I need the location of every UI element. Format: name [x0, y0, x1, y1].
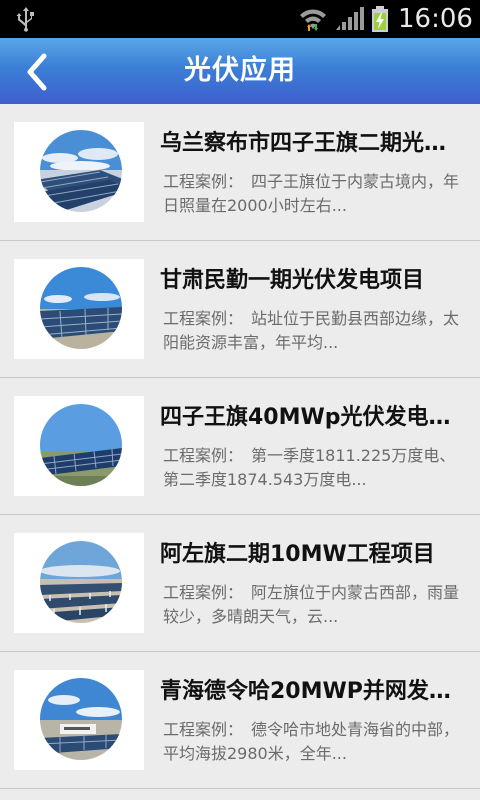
project-description: 工程案例： 德令哈市地处青海省的中部，平均海拔2980米，全年...	[163, 720, 460, 763]
list-item[interactable]: 乌兰察布市四子王旗二期光… 工程案例： 四子王旗位于内蒙古境内，年日照量在200…	[0, 104, 480, 241]
wifi-icon	[300, 9, 326, 31]
page-title: 光伏应用	[184, 55, 296, 86]
project-thumbnail	[40, 130, 122, 212]
list-item[interactable]: 四子王旗40MWp光伏发电… 工程案例： 第一季度1811.225万度电、第二季…	[0, 378, 480, 515]
list-item[interactable]: 甘肃民勤一期光伏发电项目 工程案例： 站址位于民勤县西部边缘，太阳能资源丰富，年…	[0, 241, 480, 378]
project-description: 工程案例： 第一季度1811.225万度电、第二季度1874.543万度电...	[163, 446, 456, 489]
usb-icon	[16, 7, 34, 32]
project-description: 工程案例： 阿左旗位于内蒙古西部，雨量较少，多晴朗天气，云...	[163, 583, 460, 626]
project-thumbnail	[40, 404, 122, 486]
header-bar: 光伏应用	[0, 38, 480, 104]
thumbnail-frame	[14, 259, 144, 359]
project-thumbnail	[40, 678, 122, 760]
project-title: 阿左旗二期10MW工程项目	[160, 542, 435, 567]
list-item[interactable]: 青海德令哈20MWP并网发… 工程案例： 德令哈市地处青海省的中部，平均海拔29…	[0, 652, 480, 789]
thumbnail-frame	[14, 533, 144, 633]
thumbnail-frame	[14, 670, 144, 770]
status-time: 16:06	[398, 4, 473, 34]
status-bar: 16:06	[0, 0, 480, 38]
thumbnail-frame	[14, 396, 144, 496]
project-description: 工程案例： 四子王旗位于内蒙古境内，年日照量在2000小时左右...	[163, 172, 460, 215]
project-thumbnail	[40, 267, 122, 349]
project-title: 甘肃民勤一期光伏发电项目	[160, 268, 425, 293]
project-thumbnail	[40, 541, 122, 623]
project-list: 乌兰察布市四子王旗二期光… 工程案例： 四子王旗位于内蒙古境内，年日照量在200…	[0, 104, 480, 789]
project-description: 工程案例： 站址位于民勤县西部边缘，太阳能资源丰富，年平均...	[163, 309, 460, 352]
project-title: 乌兰察布市四子王旗二期光…	[160, 131, 447, 156]
thumbnail-frame	[14, 122, 144, 222]
signal-icon	[336, 7, 364, 30]
battery-charging-icon	[372, 6, 388, 32]
project-title: 青海德令哈20MWP并网发…	[160, 679, 451, 704]
project-title: 四子王旗40MWp光伏发电…	[160, 405, 451, 430]
list-item[interactable]: 阿左旗二期10MW工程项目 工程案例： 阿左旗位于内蒙古西部，雨量较少，多晴朗天…	[0, 515, 480, 652]
